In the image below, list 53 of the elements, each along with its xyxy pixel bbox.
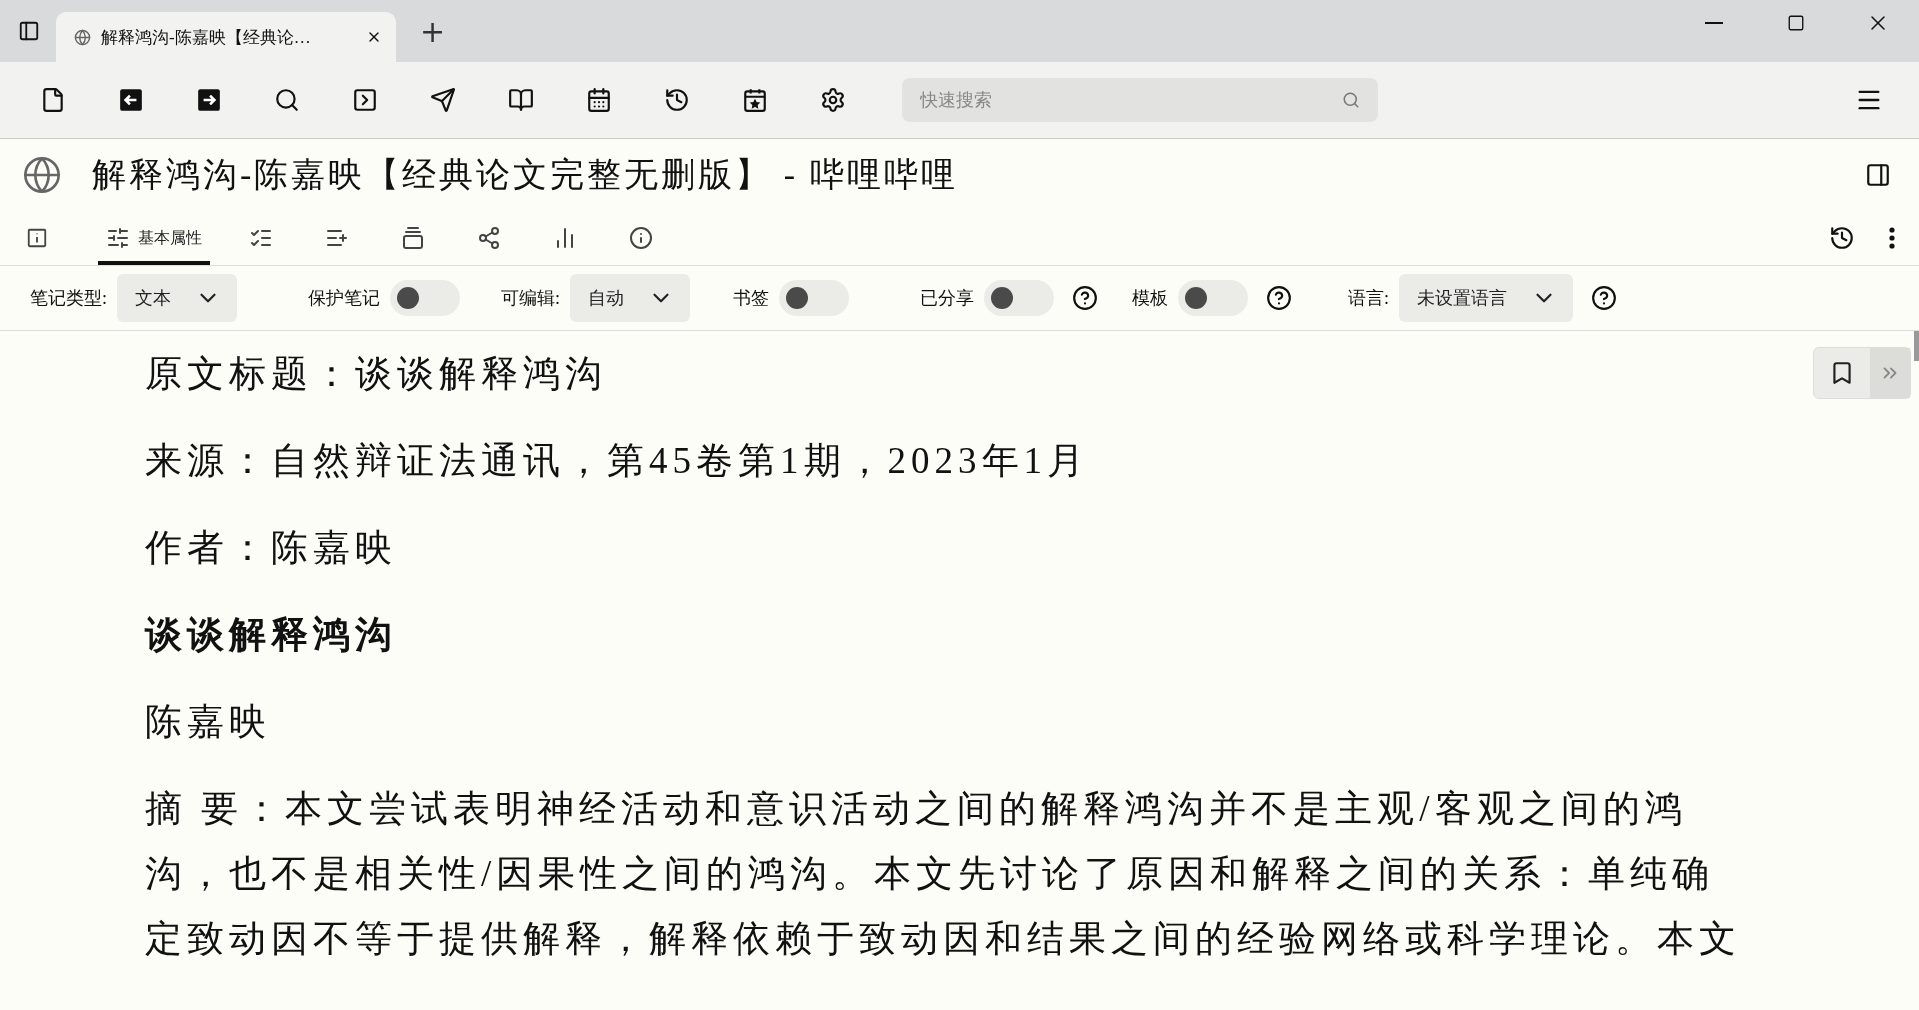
property-label: 语言: (1348, 287, 1390, 310)
more-icon (1889, 227, 1895, 249)
paragraph-text: 来源：自然辩证法通讯，第45卷第1期，2023年1月 (145, 439, 1090, 483)
browser-tab[interactable]: 解释鸿沟-陈嘉映【经典论… (56, 12, 396, 62)
send-icon (430, 87, 456, 113)
help-icon[interactable] (1591, 285, 1618, 311)
search-icon (1342, 91, 1360, 109)
stacked-cards-icon (401, 226, 425, 250)
settings-icon (820, 87, 846, 113)
toggle-switch[interactable] (390, 280, 460, 316)
chevron-square-icon (352, 87, 378, 113)
book-icon (508, 87, 534, 113)
globe-icon (22, 155, 62, 195)
toggle-switch[interactable] (1178, 280, 1249, 316)
new-tab-button[interactable]: + (406, 13, 460, 49)
arrow-left-icon (118, 87, 144, 113)
arrow-right-icon (196, 87, 222, 113)
dropdown[interactable]: 未设置语言 (1399, 274, 1574, 322)
globe-icon (74, 28, 91, 46)
property-label: 书签 (733, 287, 770, 310)
dropdown[interactable]: 自动 (570, 274, 691, 322)
toggle-switch[interactable] (779, 280, 850, 316)
info-icon (629, 226, 653, 250)
sliders-icon (106, 226, 130, 250)
search-field[interactable]: 快速搜索 (902, 78, 1378, 122)
property-label: 笔记类型: (30, 287, 107, 310)
history-icon (1829, 225, 1855, 251)
paragraph-text: 陈嘉映 (145, 700, 272, 744)
property-label: 保护笔记 (308, 287, 380, 310)
search-icon (274, 87, 300, 113)
dropdown[interactable]: 文本 (117, 274, 237, 322)
property-label: 模板 (1132, 287, 1169, 310)
paragraph-text: 作者：陈嘉映 (145, 526, 398, 570)
help-icon[interactable] (1072, 285, 1099, 311)
history-icon (664, 87, 690, 113)
paragraph-text: 原文标题：谈谈解释鸿沟 (145, 352, 608, 396)
maximize-icon (1787, 14, 1805, 32)
note-title[interactable]: 解释鸿沟-陈嘉映【经典论文完整无删版】 - 哔哩哔哩 (92, 152, 1829, 198)
panel-icon (1865, 162, 1891, 188)
sidebar-icon (18, 20, 40, 42)
nodes-icon (477, 226, 501, 250)
calendar-icon (586, 87, 612, 113)
help-icon[interactable] (1266, 285, 1293, 311)
file-icon (40, 87, 66, 113)
scrollbar-thumb[interactable] (1914, 331, 1919, 361)
paragraph-text: 摘 要：本文尝试表明神经活动和意识活动之间的解释鸿沟并不是主观/客观之间的鸿沟，也不是相关性/因果性之间的鸿沟。本文先讨论了原因和解释之间的关系：单纯确定致动因不等于提供解释，解释依赖于致动因和结果之间的经验网络或科学理论。本文 (145, 787, 1742, 961)
property-label: 可编辑: (501, 287, 561, 310)
minimize-icon (1705, 22, 1723, 24)
info-square-icon (26, 227, 48, 249)
property-label: 已分享 (920, 287, 975, 310)
ribbon-tab[interactable]: 基本属性 (98, 211, 210, 265)
heading-text: 谈谈解释鸿沟 (145, 613, 398, 657)
toggle-switch[interactable] (984, 280, 1055, 316)
